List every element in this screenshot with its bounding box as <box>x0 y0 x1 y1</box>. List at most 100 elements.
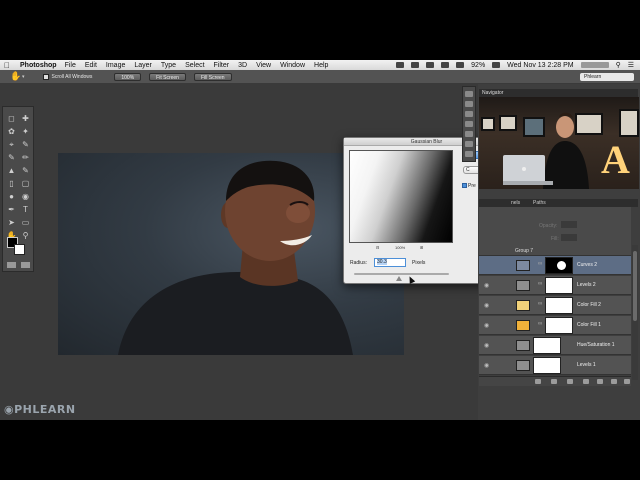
tool-preset-chevron-icon[interactable]: ▾ <box>22 74 25 80</box>
actions-panel-icon[interactable] <box>465 101 473 107</box>
gradient-tool-icon[interactable]: ▢ <box>20 178 31 189</box>
dodge-tool-icon[interactable]: ◉ <box>20 191 31 202</box>
layer-row-hue-saturation-1[interactable]: ◉ Hue/Saturation 1 <box>479 336 631 355</box>
layer-row-color-fill-1[interactable]: ◉ ∞ Color Fill 1 <box>479 316 631 335</box>
layer-row-levels-1[interactable]: ◉ Levels 1 <box>479 356 631 375</box>
shape-tool-icon[interactable]: ▭ <box>20 217 31 228</box>
styles-panel-icon[interactable] <box>465 151 473 157</box>
scrollbar-thumb[interactable] <box>633 251 637 321</box>
quick-select-tool-icon[interactable]: ✦ <box>20 126 31 137</box>
menu-3d[interactable]: 3D <box>238 62 247 69</box>
menu-file[interactable]: File <box>65 62 76 69</box>
layer-mask-thumbnail[interactable] <box>533 357 561 374</box>
blur-preview-pane[interactable] <box>349 150 453 243</box>
layer-mask-thumbnail[interactable] <box>545 277 573 294</box>
healing-brush-tool-icon[interactable]: ✎ <box>6 152 17 163</box>
menubar-clock[interactable]: Wed Nov 13 2:28 PM <box>507 62 573 69</box>
eyedropper-tool-icon[interactable]: ✎ <box>20 139 31 150</box>
properties-panel-icon[interactable] <box>465 111 473 117</box>
blur-tool-icon[interactable]: ● <box>6 191 17 202</box>
opacity-field[interactable] <box>561 221 577 228</box>
menu-help[interactable]: Help <box>314 62 328 69</box>
tab-paths[interactable]: Paths <box>533 199 546 207</box>
scroll-all-windows-checkbox[interactable] <box>42 73 49 80</box>
workspace-switcher[interactable]: Phlearn <box>580 73 634 81</box>
new-layer-icon[interactable] <box>611 379 617 384</box>
clone-stamp-tool-icon[interactable]: ▲ <box>6 165 17 176</box>
crop-tool-icon[interactable]: ⌖ <box>6 139 17 150</box>
layer-row-group[interactable]: Group 7 <box>479 247 631 256</box>
history-brush-tool-icon[interactable]: ✎ <box>20 165 31 176</box>
tab-channels[interactable]: nels <box>511 199 520 207</box>
background-color-swatch[interactable] <box>14 244 25 255</box>
battery-icon[interactable] <box>492 62 501 68</box>
fill-field[interactable] <box>561 234 577 241</box>
move-tool-icon[interactable]: ✚ <box>20 113 31 124</box>
add-mask-icon[interactable] <box>567 379 573 384</box>
menu-type[interactable]: Type <box>161 62 176 69</box>
spotlight-icon[interactable]: ⚲ <box>616 61 621 69</box>
menu-layer[interactable]: Layer <box>134 62 152 69</box>
layer-style-icon[interactable] <box>551 379 557 384</box>
color-fill-swatch[interactable] <box>516 300 530 311</box>
navigator-panel-header[interactable]: Navigator <box>479 89 638 97</box>
menu-image[interactable]: Image <box>106 62 125 69</box>
layer-mask-thumbnail[interactable] <box>545 297 573 314</box>
fill-screen-button[interactable]: Fill Screen <box>193 72 232 81</box>
layer-mask-thumbnail[interactable] <box>545 317 573 334</box>
color-fill-swatch[interactable] <box>516 320 530 331</box>
preview-checkbox[interactable]: Pre <box>462 183 476 189</box>
zoom-out-icon[interactable]: ⊟ <box>376 245 379 250</box>
swatches-panel-icon[interactable] <box>465 131 473 137</box>
type-tool-icon[interactable]: T <box>20 204 31 215</box>
layer-mask-thumbnail[interactable] <box>545 257 573 274</box>
visibility-eye-icon[interactable]: ◉ <box>484 322 489 329</box>
user-name[interactable] <box>580 62 609 68</box>
radius-slider-track[interactable] <box>354 273 449 275</box>
radius-slider-knob[interactable] <box>396 276 402 281</box>
app-menu[interactable]: Photoshop <box>20 62 57 69</box>
layer-row-levels-2[interactable]: ◉ ∞ Levels 2 <box>479 276 631 295</box>
layers-scrollbar[interactable] <box>632 245 638 380</box>
time-machine-icon[interactable] <box>426 62 435 68</box>
layer-row-color-fill-2[interactable]: ◉ ∞ Color Fill 2 <box>479 296 631 315</box>
apple-icon[interactable]:  <box>4 61 14 70</box>
pen-tool-icon[interactable]: ✒ <box>6 204 17 215</box>
new-adjustment-icon[interactable] <box>583 379 589 384</box>
info-panel-icon[interactable] <box>465 121 473 127</box>
radius-input[interactable]: 30.3 <box>374 258 406 267</box>
wifi-icon[interactable] <box>441 62 450 68</box>
fit-screen-button[interactable]: Fit Screen <box>149 72 186 81</box>
visibility-eye-icon[interactable]: ◉ <box>484 282 489 289</box>
layer-row-curves-2[interactable]: ∞ Curves 2 <box>479 256 631 275</box>
menu-window[interactable]: Window <box>280 62 305 69</box>
marquee-tool-icon[interactable]: ◻ <box>6 113 17 124</box>
menu-filter[interactable]: Filter <box>214 62 230 69</box>
notification-icon[interactable]: ☰ <box>628 61 634 69</box>
path-select-tool-icon[interactable]: ➤ <box>6 217 17 228</box>
quick-mask-icon[interactable] <box>7 262 16 268</box>
dropbox-icon[interactable] <box>396 62 405 68</box>
eraser-tool-icon[interactable]: ▯ <box>6 178 17 189</box>
menu-select[interactable]: Select <box>185 62 204 69</box>
link-layers-icon[interactable] <box>535 379 541 384</box>
actual-pixels-button[interactable]: 100% <box>114 72 142 81</box>
visibility-eye-icon[interactable]: ◉ <box>484 362 489 369</box>
visibility-eye-icon[interactable]: ◉ <box>484 342 489 349</box>
menu-edit[interactable]: Edit <box>85 62 97 69</box>
bluetooth-icon[interactable] <box>411 62 420 68</box>
adjustments-panel-icon[interactable] <box>465 141 473 147</box>
zoom-tool-icon[interactable]: ⚲ <box>20 230 31 241</box>
hand-tool-icon[interactable]: ✋ <box>10 71 21 82</box>
screen-mode-icon[interactable] <box>21 262 30 268</box>
visibility-eye-icon[interactable]: ◉ <box>484 302 489 309</box>
zoom-in-icon[interactable]: ⊞ <box>420 245 423 250</box>
menu-view[interactable]: View <box>256 62 271 69</box>
layer-mask-thumbnail[interactable] <box>533 337 561 354</box>
brush-tool-icon[interactable]: ✏ <box>20 152 31 163</box>
trash-icon[interactable] <box>624 379 630 384</box>
new-group-icon[interactable] <box>597 379 603 384</box>
lasso-tool-icon[interactable]: ✿ <box>6 126 17 137</box>
history-panel-icon[interactable] <box>465 91 473 97</box>
volume-icon[interactable] <box>456 62 465 68</box>
